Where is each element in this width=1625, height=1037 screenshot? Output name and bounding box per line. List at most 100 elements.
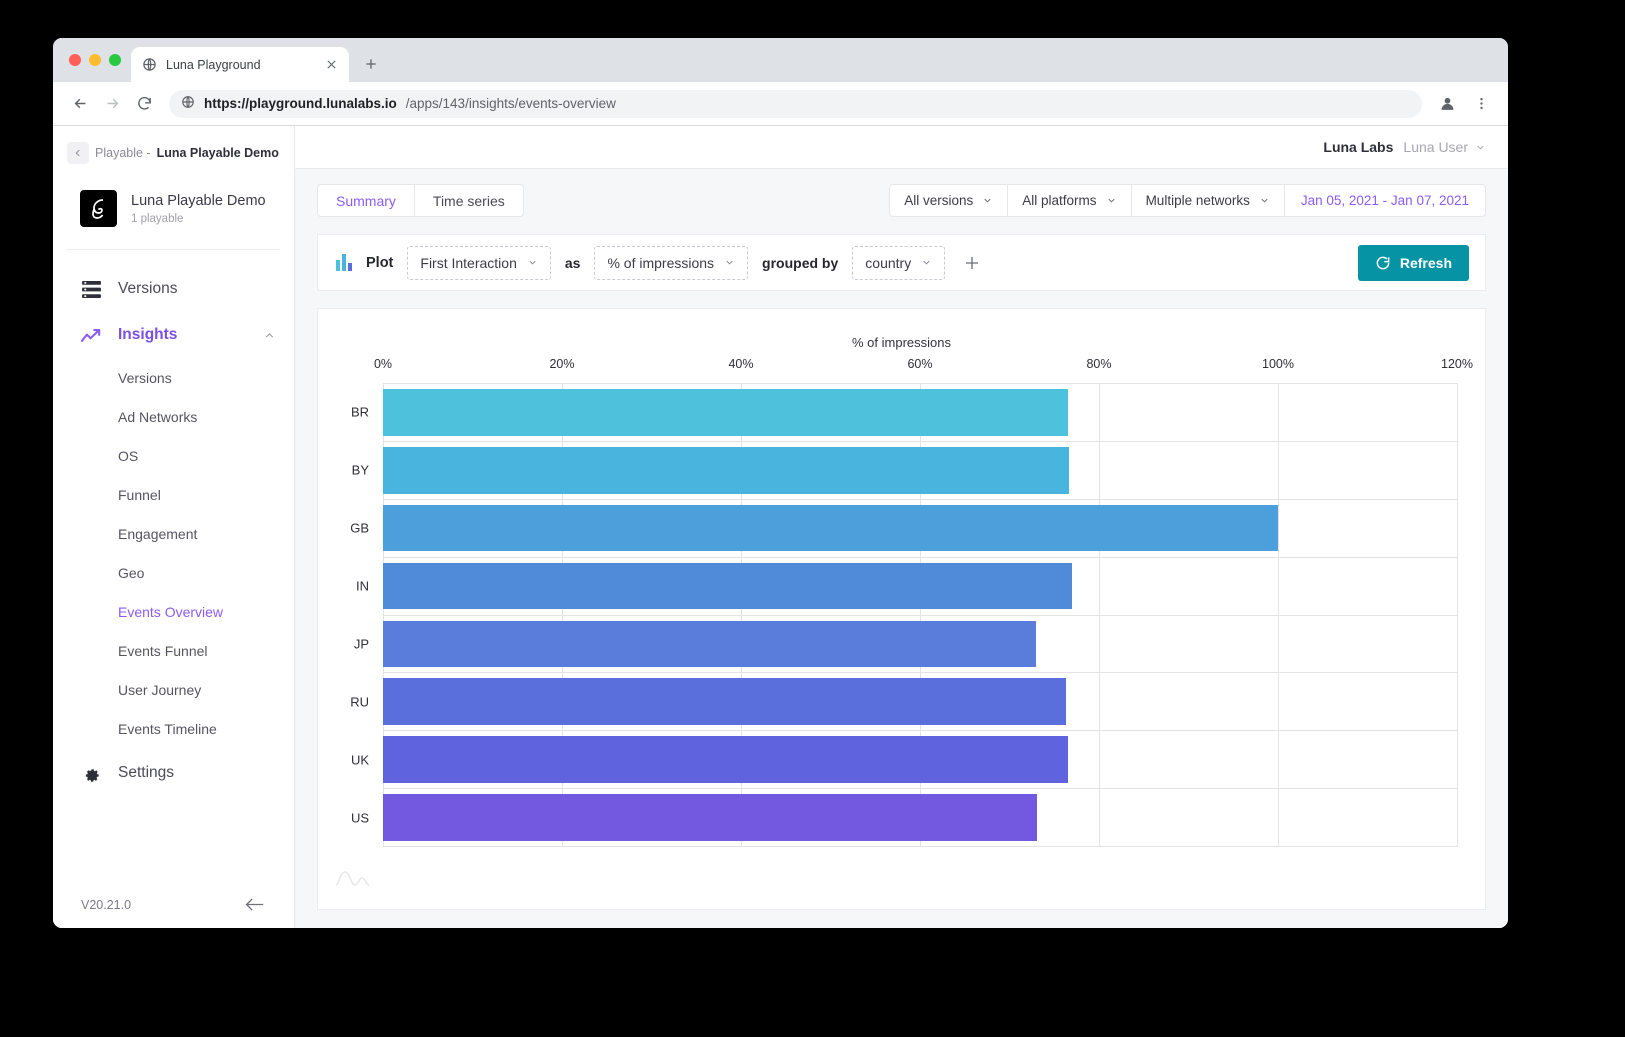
tab-label: Summary (336, 192, 396, 209)
close-window-button[interactable] (69, 54, 81, 66)
chart-bar[interactable] (383, 562, 1073, 610)
chevron-down-icon (1477, 145, 1484, 150)
chart-bar-row: IN (356, 558, 1457, 616)
sidebar-item-label: Versions (118, 280, 178, 297)
collapse-sidebar-button[interactable] (245, 897, 264, 912)
networks-filter[interactable]: Multiple networks (1130, 184, 1284, 217)
sidebar-item-versions-sub[interactable]: Versions (53, 358, 294, 397)
app-name: Luna Playable Demo (131, 193, 266, 210)
sidebar-item-events-overview[interactable]: Events Overview (53, 592, 294, 631)
sidebar-item-events-timeline[interactable]: Events Timeline (53, 709, 294, 748)
chevron-down-icon (1107, 198, 1115, 203)
browser-tab-strip: Luna Playground (53, 38, 1508, 82)
as-label: as (564, 254, 581, 271)
sidebar-sub-label: Geo (118, 564, 145, 581)
bar-category-label: RU (350, 694, 369, 710)
url-bar[interactable]: https://playground.lunalabs.io/apps/143/… (169, 89, 1422, 118)
sidebar-item-label: Settings (118, 764, 175, 781)
tab-title: Luna Playground (166, 57, 261, 72)
sidebar-item-funnel[interactable]: Funnel (53, 475, 294, 514)
unit-select[interactable]: % of impressions (594, 245, 749, 280)
date-range-picker[interactable]: Jan 05, 2021 - Jan 07, 2021 (1283, 184, 1486, 217)
refresh-icon (1375, 255, 1391, 271)
sidebar-item-settings[interactable]: Settings (53, 750, 294, 796)
app-logo (80, 190, 117, 227)
sidebar-sub-label: Events Overview (118, 603, 224, 620)
chart-bar[interactable] (383, 446, 1069, 494)
chevron-up-icon[interactable] (263, 329, 276, 342)
sidebar-item-events-funnel[interactable]: Events Funnel (53, 631, 294, 670)
chart-card: % of impressions 0% 20% 40% 60% 80% 100% 120% … (317, 308, 1486, 910)
sidebar-item-versions[interactable]: Versions (53, 266, 294, 312)
tab-summary[interactable]: Summary (317, 184, 414, 217)
sidebar-sub-label: Events Funnel (118, 642, 208, 659)
site-info-icon[interactable] (181, 95, 195, 112)
maximize-window-button[interactable] (109, 54, 121, 66)
filter-label: All platforms (1022, 193, 1097, 208)
trending-up-icon (81, 327, 101, 344)
sidebar-item-os[interactable]: OS (53, 436, 294, 475)
tab-time-series[interactable]: Time series (413, 184, 524, 217)
account-icon[interactable] (1432, 89, 1462, 119)
group-select[interactable]: country (852, 245, 946, 280)
x-axis-tick: 60% (907, 357, 933, 371)
gridline (1457, 383, 1458, 847)
sidebar-item-ad-networks[interactable]: Ad Networks (53, 397, 294, 436)
chart-bar[interactable] (383, 620, 1037, 668)
chevron-down-icon (529, 260, 536, 265)
forward-button[interactable] (97, 89, 127, 119)
view-tabs: Summary Time series (317, 184, 524, 217)
new-tab-button[interactable] (357, 50, 385, 78)
add-plot-button[interactable] (959, 250, 985, 276)
reload-button[interactable] (129, 89, 159, 119)
bar-category-label: US (350, 810, 369, 826)
metric-select[interactable]: First Interaction (407, 245, 551, 280)
sidebar-item-label: Insights (118, 326, 178, 343)
sidebar-item-insights[interactable]: Insights (53, 312, 294, 358)
sidebar-item-geo[interactable]: Geo (53, 553, 294, 592)
breadcrumb[interactable]: Playable - Luna Playable Demo (67, 142, 282, 164)
chart-plot-area: 0% 20% 40% 60% 80% 100% 120% BR BY GB IN JP RU UK US (350, 357, 1473, 847)
back-button[interactable] (65, 89, 95, 119)
sidebar-sub-label: Ad Networks (118, 408, 198, 425)
chevron-left-icon[interactable] (67, 142, 89, 164)
bar-category-label: IN (356, 578, 369, 594)
bar-category-label: BY (351, 462, 369, 478)
x-axis-tick: 40% (728, 357, 754, 371)
user-menu[interactable]: Luna User (1403, 139, 1486, 155)
chart-bar[interactable] (383, 736, 1068, 783)
chart-bar[interactable] (383, 389, 1068, 436)
chart-bar-row: GB (350, 500, 1457, 558)
minimize-window-button[interactable] (89, 54, 101, 66)
versions-filter[interactable]: All versions (889, 184, 1008, 217)
chart-bar-row: US (351, 789, 1457, 847)
browser-tab[interactable]: Luna Playground (131, 47, 349, 82)
app-subtitle: 1 playable (131, 212, 184, 225)
kebab-menu-icon[interactable] (1466, 89, 1496, 119)
sidebar-sub-label: Events Timeline (118, 720, 217, 737)
bar-category-label: BR (350, 404, 369, 420)
chart-bar[interactable] (383, 794, 1038, 841)
sidebar-sub-label: Engagement (118, 525, 198, 542)
platforms-filter[interactable]: All platforms (1007, 184, 1131, 217)
sidebar-item-engagement[interactable]: Engagement (53, 514, 294, 553)
app-version: V20.21.0 (81, 897, 132, 912)
x-axis: 0% 20% 40% 60% 80% 100% 120% (374, 357, 1473, 383)
bar-category-label: JP (353, 636, 369, 652)
bar-chart-icon (336, 254, 352, 271)
chart-bar[interactable] (383, 678, 1066, 726)
chart-bar[interactable] (383, 504, 1278, 552)
globe-icon (141, 57, 157, 73)
x-axis-tick: 120% (1441, 357, 1473, 371)
chart-bar-row: BR (351, 383, 1457, 442)
browser-omnibar: https://playground.lunalabs.io/apps/143/… (53, 82, 1508, 126)
chart-bar-row: RU (350, 673, 1457, 732)
sidebar-sub-label: Versions (118, 369, 172, 386)
chevron-down-icon (1261, 198, 1268, 203)
wave-logo-icon (334, 868, 390, 893)
sidebar-nav: Versions Insights Versions Ad Networks O… (53, 250, 294, 796)
breadcrumb-current: Luna Playable Demo (156, 146, 279, 160)
refresh-button[interactable]: Refresh (1357, 244, 1469, 281)
sidebar-item-user-journey[interactable]: User Journey (53, 670, 294, 709)
close-icon[interactable] (323, 57, 339, 73)
